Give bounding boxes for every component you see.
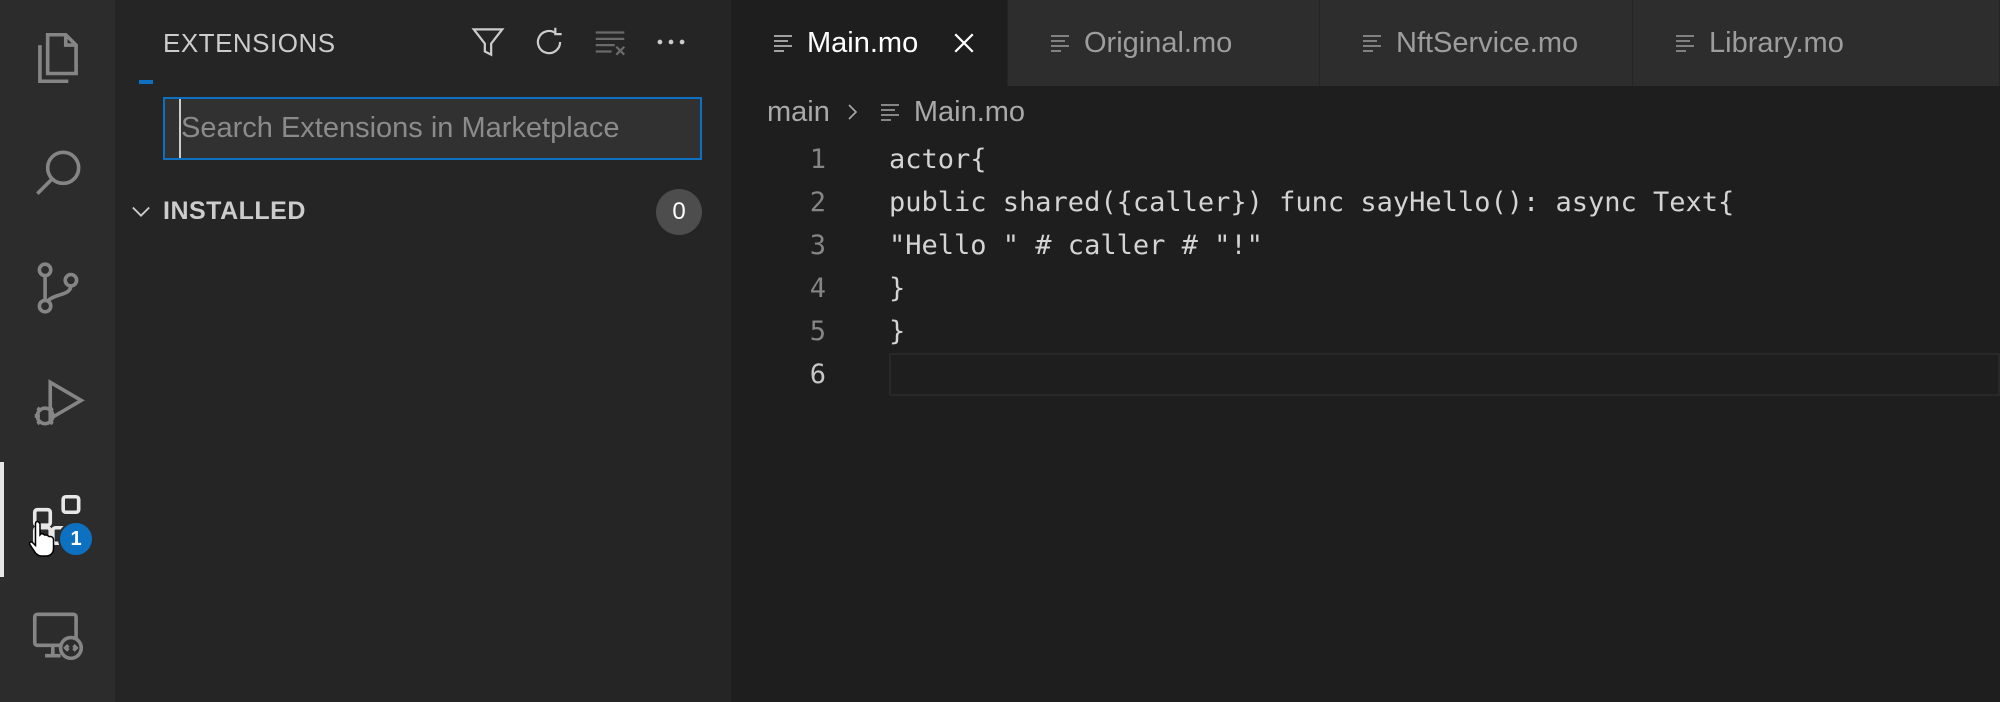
progress-indicator	[139, 80, 153, 84]
filter-button[interactable]	[466, 20, 510, 64]
chevron-down-icon	[132, 206, 150, 217]
more-icon	[657, 39, 685, 45]
extensions-search-input[interactable]	[179, 99, 700, 158]
breadcrumb-file[interactable]: Main.mo	[914, 96, 1025, 129]
file-lines-icon	[774, 35, 792, 52]
source-control-icon	[37, 261, 78, 314]
activity-run-debug[interactable]	[0, 345, 115, 460]
installed-section-header[interactable]: INSTALLED 0	[115, 185, 731, 237]
tab-label: NftService.mo	[1396, 26, 1579, 59]
code-line[interactable]: 3 "Hello " # caller # "!"	[731, 224, 2000, 267]
line-text: }	[889, 316, 906, 347]
code-line-current[interactable]: 6	[731, 353, 2000, 396]
editor-area: Main.mo Original.mo NftService.mo Librar…	[731, 0, 2000, 702]
activity-source-control[interactable]	[0, 230, 115, 345]
line-number: 3	[809, 230, 826, 261]
tab-label: Original.mo	[1084, 26, 1233, 59]
editor-tabs: Main.mo Original.mo NftService.mo Librar…	[731, 0, 2000, 86]
file-lines-icon	[1363, 35, 1381, 52]
line-number: 2	[809, 187, 826, 218]
run-debug-icon	[34, 378, 85, 425]
active-indicator	[0, 462, 4, 577]
file-lines-icon	[1676, 35, 1694, 52]
line-text: actor{	[889, 144, 987, 175]
breadcrumb: main Main.mo	[767, 92, 1025, 132]
current-line-highlight	[889, 353, 2000, 396]
line-number: 6	[809, 359, 826, 390]
code-line[interactable]: 4 }	[731, 267, 2000, 310]
chevron-right-icon	[848, 104, 857, 120]
code-line[interactable]: 2 public shared({caller}) func sayHello(…	[731, 181, 2000, 224]
line-text: public shared({caller}) func sayHello():…	[889, 187, 1735, 218]
sidebar-title: EXTENSIONS	[163, 28, 336, 58]
close-icon[interactable]	[949, 28, 979, 58]
search-icon	[35, 150, 80, 195]
extensions-badge: 1	[58, 521, 94, 557]
line-text: "Hello " # caller # "!"	[889, 230, 1263, 261]
filter-icon	[471, 28, 505, 57]
installed-count-badge: 0	[656, 189, 702, 235]
tab-label: Main.mo	[807, 26, 919, 59]
refresh-button[interactable]	[527, 20, 571, 64]
clear-button[interactable]	[588, 20, 632, 64]
code-line[interactable]: 5 }	[731, 310, 2000, 353]
line-text: }	[889, 273, 906, 304]
file-lines-icon	[1051, 35, 1069, 52]
activity-remote-explorer[interactable]	[0, 577, 115, 692]
activity-explorer[interactable]	[0, 0, 115, 115]
file-lines-icon	[880, 104, 899, 121]
line-number: 1	[809, 144, 826, 175]
tab-label: Library.mo	[1709, 26, 1844, 59]
more-actions-button[interactable]	[649, 20, 693, 64]
tab-main-mo[interactable]: Main.mo	[731, 0, 1008, 86]
hand-cursor-icon	[28, 520, 55, 557]
tab-original-mo[interactable]: Original.mo	[1008, 0, 1320, 86]
tab-nftservice-mo[interactable]: NftService.mo	[1320, 0, 1633, 86]
breadcrumb-folder[interactable]: main	[767, 96, 830, 129]
activity-bar: 1	[0, 0, 115, 702]
activity-search[interactable]	[0, 115, 115, 230]
explorer-icon	[37, 32, 78, 83]
clear-icon	[595, 31, 626, 56]
line-number: 5	[809, 316, 826, 347]
remote-explorer-icon	[32, 612, 83, 660]
code-editor[interactable]: 1 actor{ 2 public shared({caller}) func …	[731, 138, 2000, 396]
search-box[interactable]	[163, 97, 702, 160]
line-number: 4	[809, 273, 826, 304]
code-line[interactable]: 1 actor{	[731, 138, 2000, 181]
refresh-icon	[536, 27, 562, 55]
installed-label: INSTALLED	[163, 197, 306, 225]
tab-library-mo[interactable]: Library.mo	[1633, 0, 2000, 86]
extensions-sidebar: EXTENSIONS INSTALLED 0	[115, 0, 731, 702]
